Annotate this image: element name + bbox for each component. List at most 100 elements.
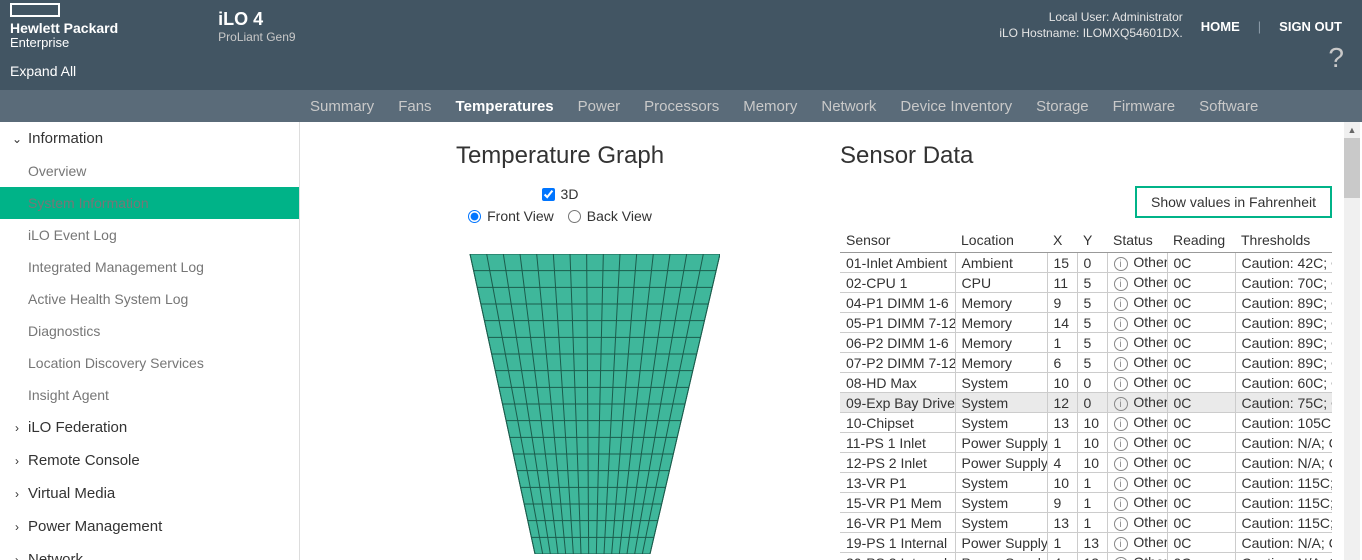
front-view-radio[interactable]	[468, 210, 481, 223]
nav-power-management[interactable]: ›Power Management	[0, 510, 299, 543]
link-sep: |	[1258, 19, 1261, 34]
col-x[interactable]: X	[1047, 228, 1077, 253]
info-icon: i	[1114, 257, 1128, 271]
tab-memory[interactable]: Memory	[743, 98, 797, 115]
cell: i Other	[1107, 533, 1167, 553]
cell: 09-Exp Bay Drive	[840, 393, 955, 413]
table-row[interactable]: 05-P1 DIMM 7-12Memory145i Other0CCaution…	[840, 313, 1332, 333]
cell: 6	[1047, 353, 1077, 373]
cell: 4	[1047, 453, 1077, 473]
nav-information[interactable]: ⌄Information	[0, 122, 299, 155]
temperature-3d-graph[interactable]	[400, 254, 720, 554]
cell: Caution: N/A; Critical: N/A	[1235, 533, 1332, 553]
nav-remote-console[interactable]: ›Remote Console	[0, 444, 299, 477]
nav-virtual-media[interactable]: › Virtual Media	[0, 477, 299, 510]
cell: Power Supply	[955, 453, 1047, 473]
fahrenheit-button[interactable]: Show values in Fahrenheit	[1135, 186, 1332, 218]
table-row[interactable]: 15-VR P1 MemSystem91i Other0CCaution: 11…	[840, 493, 1332, 513]
cell: 0C	[1167, 493, 1235, 513]
cell: 0C	[1167, 313, 1235, 333]
cell: Memory	[955, 313, 1047, 333]
cell: i Other	[1107, 393, 1167, 413]
table-row[interactable]: 19-PS 1 InternalPower Supply113i Other0C…	[840, 533, 1332, 553]
nav-system-information[interactable]: System Information	[0, 187, 299, 219]
expand-all-link[interactable]: Expand All	[10, 63, 300, 79]
table-row[interactable]: 12-PS 2 InletPower Supply410i Other0CCau…	[840, 453, 1332, 473]
cell: 15-VR P1 Mem	[840, 493, 955, 513]
cell: i Other	[1107, 513, 1167, 533]
hpe-logo-bar	[10, 3, 60, 17]
table-row[interactable]: 11-PS 1 InletPower Supply110i Other0CCau…	[840, 433, 1332, 453]
home-link[interactable]: HOME	[1201, 19, 1240, 34]
scroll-up-icon[interactable]: ▲	[1344, 122, 1360, 138]
tab-firmware[interactable]: Firmware	[1113, 98, 1176, 115]
nav-active-health-system-log[interactable]: Active Health System Log	[0, 283, 299, 315]
cell: 10	[1047, 473, 1077, 493]
cell: 11-PS 1 Inlet	[840, 433, 955, 453]
tab-software[interactable]: Software	[1199, 98, 1258, 115]
nav-label: Information	[28, 130, 103, 147]
table-row[interactable]: 01-Inlet AmbientAmbient150i Other0CCauti…	[840, 253, 1332, 273]
nav-integrated-management-log[interactable]: Integrated Management Log	[0, 251, 299, 283]
cell: 5	[1077, 313, 1107, 333]
info-icon: i	[1114, 317, 1128, 331]
cell: 01-Inlet Ambient	[840, 253, 955, 273]
nav-network[interactable]: ›Network	[0, 543, 299, 560]
cell: 12-PS 2 Inlet	[840, 453, 955, 473]
cell: Caution: 89C; Critical: N/A	[1235, 313, 1332, 333]
table-row[interactable]: 07-P2 DIMM 7-12Memory65i Other0CCaution:…	[840, 353, 1332, 373]
3d-checkbox[interactable]	[542, 188, 555, 201]
table-row[interactable]: 16-VR P1 MemSystem131i Other0CCaution: 1…	[840, 513, 1332, 533]
back-view-radio[interactable]	[568, 210, 581, 223]
table-row[interactable]: 02-CPU 1CPU115i Other0CCaution: 70C; Cri…	[840, 273, 1332, 293]
tab-network[interactable]: Network	[821, 98, 876, 115]
scroll-thumb[interactable]	[1344, 138, 1360, 198]
signout-link[interactable]: SIGN OUT	[1279, 19, 1342, 34]
nav-ilo-event-log[interactable]: iLO Event Log	[0, 219, 299, 251]
cell: 13	[1047, 413, 1077, 433]
table-row[interactable]: 08-HD MaxSystem100i Other0CCaution: 60C;…	[840, 373, 1332, 393]
nav-location-discovery-services[interactable]: Location Discovery Services	[0, 347, 299, 379]
cell: i Other	[1107, 473, 1167, 493]
nav-diagnostics[interactable]: Diagnostics	[0, 315, 299, 347]
cell: i Other	[1107, 433, 1167, 453]
cell: 5	[1077, 293, 1107, 313]
cell: 10	[1077, 413, 1107, 433]
col-y[interactable]: Y	[1077, 228, 1107, 253]
scrollbar[interactable]: ▲	[1344, 122, 1360, 560]
tab-storage[interactable]: Storage	[1036, 98, 1089, 115]
info-icon: i	[1114, 437, 1128, 451]
info-icon: i	[1114, 297, 1128, 311]
col-status[interactable]: Status	[1107, 228, 1167, 253]
cell: Caution: N/A; Critical: N/A	[1235, 553, 1332, 560]
nav-overview[interactable]: Overview	[0, 155, 299, 187]
nav-insight-agent[interactable]: Insight Agent	[0, 379, 299, 411]
cell: 0C	[1167, 453, 1235, 473]
col-thresholds[interactable]: Thresholds	[1235, 228, 1332, 253]
cell: 1	[1047, 533, 1077, 553]
col-location[interactable]: Location	[955, 228, 1047, 253]
nav-ilo-federation[interactable]: ›iLO Federation	[0, 411, 299, 444]
cell: i Other	[1107, 493, 1167, 513]
table-row[interactable]: 04-P1 DIMM 1-6Memory95i Other0CCaution: …	[840, 293, 1332, 313]
cell: Caution: 70C; Critical: N/A	[1235, 273, 1332, 293]
cell: i Other	[1107, 273, 1167, 293]
cell: 0C	[1167, 413, 1235, 433]
cell: 13	[1077, 553, 1107, 560]
help-icon[interactable]: ?	[1328, 42, 1344, 74]
user-info: Local User: Administrator iLO Hostname: …	[999, 10, 1182, 41]
table-row[interactable]: 10-ChipsetSystem1310i Other0CCaution: 10…	[840, 413, 1332, 433]
table-row[interactable]: 13-VR P1System101i Other0CCaution: 115C;…	[840, 473, 1332, 493]
chevron-right-icon: ›	[10, 487, 24, 501]
view-controls: 3D Front View Back View	[468, 186, 652, 224]
col-reading[interactable]: Reading	[1167, 228, 1235, 253]
info-icon: i	[1114, 537, 1128, 551]
cell: 0C	[1167, 333, 1235, 353]
table-row[interactable]: 20-PS 2 InternalPower Supply413i Other0C…	[840, 553, 1332, 560]
col-sensor[interactable]: Sensor	[840, 228, 955, 253]
table-row[interactable]: 09-Exp Bay DriveSystem120i Other0CCautio…	[840, 393, 1332, 413]
cell: 13	[1077, 533, 1107, 553]
nav-label: Virtual Media	[28, 485, 115, 502]
table-row[interactable]: 06-P2 DIMM 1-6Memory15i Other0CCaution: …	[840, 333, 1332, 353]
tab-device-inventory[interactable]: Device Inventory	[900, 98, 1012, 115]
